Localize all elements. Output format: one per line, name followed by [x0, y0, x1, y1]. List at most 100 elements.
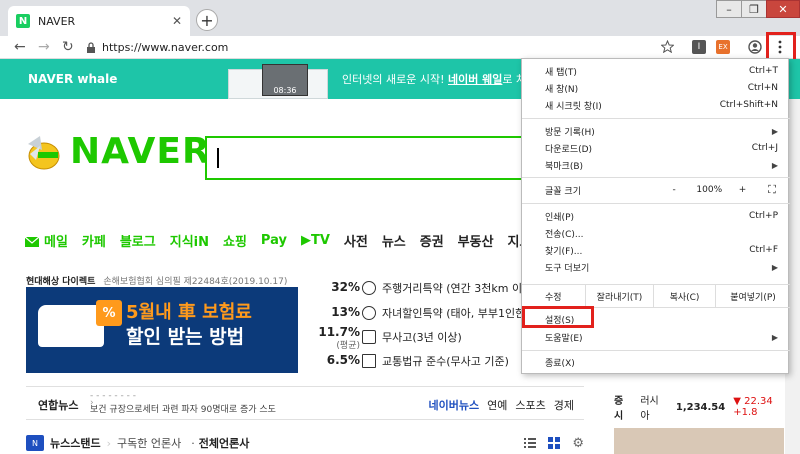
ad-headline-1: 5월내 車 보험료 [126, 302, 252, 323]
settings-highlight [522, 306, 594, 328]
menu-item-new-window[interactable]: 새 창(N) Ctrl+N [522, 80, 790, 96]
news-links: 네이버뉴스 연예 스포츠 경제 [429, 397, 574, 413]
percent-badge: % [96, 300, 122, 326]
news-stand-header: N 뉴스스탠드 › 구독한 언론사 · 전체언론사 ⚙ [26, 433, 584, 453]
newsstand-label: 뉴스스탠드 [50, 437, 101, 450]
nav-item-mail[interactable]: 메일 [44, 231, 68, 250]
submenu-arrow-icon: ▶ [771, 160, 778, 170]
menu-divider [522, 177, 790, 178]
news-headline[interactable]: - - - - - - - - 보건 규장으로세터 과련 파자 90명대로 증가… [90, 391, 276, 416]
url-text: https://www.naver.com [102, 40, 229, 54]
list-view-icon[interactable] [524, 437, 537, 449]
separator-icon: · [191, 436, 195, 450]
ad-stat-sub: (평균) [336, 341, 360, 351]
stock-widget[interactable]: 증시 러시아 1,234.54 ▼ 22.34 +1.8 [614, 392, 800, 422]
gear-icon[interactable]: ⚙ [572, 436, 584, 451]
tab-title: NAVER [38, 14, 76, 28]
lock-icon [87, 41, 95, 53]
ad-stat-value: 11.7% [318, 325, 360, 339]
menu-item-help[interactable]: 도움말(E) ▶ [522, 329, 790, 345]
menu-item-find[interactable]: 찾기(F)... Ctrl+F [522, 242, 790, 258]
naver-logo[interactable]: NAVER [20, 130, 211, 172]
news-link-sports[interactable]: 스포츠 [515, 397, 545, 413]
menu-item-cast[interactable]: 전송(C)... [522, 225, 790, 241]
news-link-naver[interactable]: 네이버뉴스 [429, 397, 480, 413]
document-icon [362, 354, 376, 368]
submenu-arrow-icon: ▶ [771, 262, 778, 272]
paste-button[interactable]: 붙여넣기(P) [715, 284, 790, 308]
nav-item-realestate[interactable]: 부동산 [458, 231, 494, 250]
grid-view-icon[interactable] [548, 437, 561, 449]
banner-text: 인터넷의 새로운 시작! 네이버 웨일로 차원 [342, 73, 537, 86]
nav-item-dictionary[interactable]: 사전 [344, 231, 368, 250]
ad-stat-value: 13% [331, 305, 360, 319]
menu-item-downloads[interactable]: 다운로드(D) Ctrl+J [522, 140, 790, 156]
new-tab-button[interactable]: + [196, 9, 218, 31]
forward-icon[interactable]: → [38, 39, 50, 55]
cut-button[interactable]: 잘라내기(T) [585, 284, 653, 308]
nav-item-news[interactable]: 뉴스 [382, 231, 406, 250]
ad-benefit: 자녀할인특약 (태아, 부부1인한 [362, 305, 525, 321]
nav-item-shopping[interactable]: 쇼핑 [223, 231, 247, 250]
menu-item-bookmarks[interactable]: 북마크(B) ▶ [522, 157, 790, 173]
stock-label: 증시 [614, 396, 624, 422]
menu-item-exit[interactable]: 종료(X) [522, 354, 790, 370]
side-promo-image[interactable] [614, 428, 784, 454]
service-nav: 메일 카페 블로그 지식iN 쇼핑 Pay ▶TV 사전 뉴스 증권 부동산 지… [24, 231, 571, 250]
zoom-value: 100% [696, 185, 723, 195]
minimize-button[interactable]: – [716, 0, 742, 18]
newsstand-all[interactable]: 전체언론사 [199, 435, 250, 451]
nav-item-cafe[interactable]: 카페 [82, 231, 106, 250]
address-bar[interactable]: https://www.naver.com [86, 37, 686, 57]
menu-divider [522, 350, 790, 351]
extension-info-icon[interactable]: I [692, 40, 706, 54]
menu-divider [522, 203, 790, 204]
window-close-button[interactable]: ✕ [766, 0, 800, 18]
family-icon [362, 306, 376, 320]
zoom-in-button[interactable]: + [731, 185, 754, 195]
ad-benefit: 무사고(3년 이상) [362, 329, 462, 345]
search-input[interactable] [205, 136, 545, 180]
menu-item-incognito[interactable]: 새 시크릿 창(I) Ctrl+Shift+N [522, 97, 790, 113]
ad-stat-value: 32% [331, 280, 360, 294]
zoom-out-button[interactable]: - [661, 185, 688, 195]
car-icon [38, 305, 104, 347]
news-source[interactable]: 연합뉴스 [38, 397, 78, 413]
ad-benefit: 주행거리특약 (연간 3천km 이하 [362, 280, 532, 296]
naver-mascot-icon [28, 136, 60, 170]
tab-naver[interactable]: N NAVER ✕ [8, 6, 190, 36]
banner-preview-screen: 08:36 [262, 64, 308, 96]
ad-benefit: 교통법규 준수(무사고 기준) [362, 353, 509, 369]
ad-headline-2: 할인 받는 방법 [126, 326, 245, 348]
fullscreen-icon[interactable]: ⛶ [754, 183, 790, 197]
news-link-economy[interactable]: 경제 [554, 397, 574, 413]
ad-sponsor: 현대해상 다이렉트 [26, 276, 96, 287]
ad-fine-print: 손해보험협회 심의필 제22484호(2019.10.17) [103, 276, 288, 287]
menu-item-history[interactable]: 방문 기록(H) ▶ [522, 123, 790, 139]
copy-button[interactable]: 복사(C) [653, 284, 715, 308]
menu-item-new-tab[interactable]: 새 탭(T) Ctrl+T [522, 63, 790, 79]
news-ticker: 연합뉴스 › - - - - - - - - 보건 규장으로세터 과련 파자 9… [26, 386, 584, 420]
nav-item-pay[interactable]: Pay [261, 233, 287, 248]
menu-item-print[interactable]: 인쇄(P) Ctrl+P [522, 208, 790, 224]
browser-window: { "tab": {"favicon": "N", "title": "NAVE… [0, 0, 800, 454]
newsstand-icon: N [26, 435, 44, 451]
car-front-icon [362, 330, 376, 344]
news-link-entertain[interactable]: 연예 [487, 397, 507, 413]
newsstand-subscribed[interactable]: 구독한 언론사 [117, 435, 181, 451]
nav-item-stock[interactable]: 증권 [420, 231, 444, 250]
nav-item-tv[interactable]: ▶TV [301, 233, 330, 248]
extension-ex-icon[interactable]: EX [716, 40, 730, 54]
maximize-button[interactable]: ❐ [741, 0, 767, 18]
whale-logo: NAVER whale [28, 72, 118, 86]
menu-item-more-tools[interactable]: 도구 더보기 ▶ [522, 259, 790, 275]
menu-edit-row: 수정 잘라내기(T) 복사(C) 붙여넣기(P) [522, 284, 790, 308]
back-icon[interactable]: ← [14, 39, 26, 55]
tab-close-icon[interactable]: ✕ [172, 14, 182, 28]
bookmark-star-icon[interactable] [661, 40, 674, 53]
nav-item-blog[interactable]: 블로그 [120, 231, 156, 250]
profile-icon[interactable] [748, 40, 762, 54]
naver-favicon-icon: N [16, 14, 30, 28]
reload-icon[interactable]: ↻ [62, 39, 74, 55]
nav-item-kin[interactable]: 지식iN [170, 231, 209, 250]
